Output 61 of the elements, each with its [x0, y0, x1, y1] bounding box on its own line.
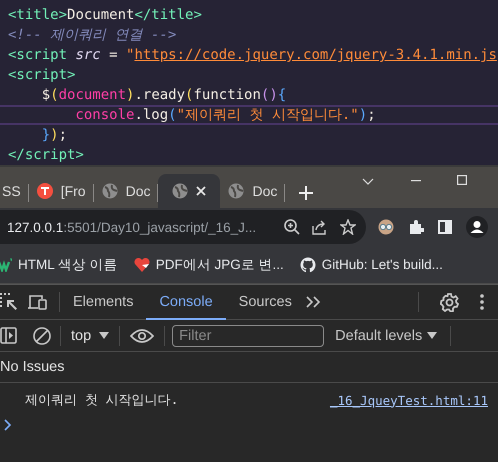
code-line: </script>	[7, 146, 85, 165]
devtools-tab[interactable]: Console	[146, 286, 226, 320]
code-line: <!-- 제이쿼리 연결 -->	[7, 26, 178, 45]
avatar-extension-icon[interactable]	[378, 219, 394, 235]
code-line: $(document).ready(function(){	[40, 86, 288, 105]
clear-console-icon[interactable]	[33, 326, 51, 344]
devtools-tab[interactable]: Elements	[60, 286, 146, 320]
issues-status: No Issues	[0, 352, 498, 383]
bookmark-item[interactable]: PDF에서 JPG로 변...	[134, 256, 284, 274]
code-line: console.log("제이쿼리 첫 시작입니다.");	[0, 105, 498, 125]
device-toolbar-icon[interactable]	[28, 294, 48, 310]
url-text: 127.0.0.1:5501/Day10_javascript/_16_J...	[7, 220, 258, 234]
browser-tab[interactable]: [Fro	[28, 174, 94, 208]
share-icon[interactable]	[312, 219, 328, 235]
heart-icon	[134, 256, 150, 272]
w3-logo-icon	[0, 258, 12, 272]
minimize-icon[interactable]	[411, 180, 421, 182]
prompt-icon	[4, 419, 12, 431]
browser-tab[interactable]: Doc	[220, 174, 286, 208]
browser-tab[interactable]: Doc	[94, 174, 158, 208]
globe-icon	[228, 183, 244, 199]
dropdown-caret-icon	[427, 332, 438, 339]
inspect-icon[interactable]	[0, 293, 18, 311]
new-tab-icon[interactable]	[299, 186, 314, 200]
tab-title: SS	[2, 183, 21, 199]
globe-icon	[172, 183, 188, 199]
code-line: <title>Document</title>	[7, 6, 203, 25]
tab-title: Doc	[126, 183, 150, 199]
filter-field[interactable]: Filter	[172, 324, 324, 346]
tab-logo-icon	[36, 183, 53, 199]
github-logo-icon	[300, 256, 316, 272]
more-tabs-icon[interactable]	[306, 296, 322, 308]
bookmark-item[interactable]: HTML 색상 이름	[0, 256, 118, 274]
code-line: <script>	[7, 66, 76, 85]
tab-title: [Fro	[60, 183, 86, 199]
globe-icon	[102, 183, 118, 199]
close-icon[interactable]	[196, 186, 206, 196]
maximize-icon[interactable]	[457, 175, 467, 185]
chevron-icon[interactable]	[362, 178, 374, 186]
log-levels-dropdown[interactable]: Default levels	[335, 328, 438, 344]
dropdown-caret-icon	[99, 332, 110, 339]
context-dropdown[interactable]: top	[61, 328, 120, 344]
zoom-icon[interactable]	[284, 219, 300, 235]
code-line: <script src = "https://code.jquery.com/jquery-3.4.1.min.js	[7, 46, 498, 65]
puzzle-icon[interactable]	[408, 219, 424, 235]
tab-title: Doc	[252, 183, 278, 199]
code-line: });	[40, 126, 68, 145]
more-options-icon[interactable]	[480, 294, 484, 310]
profile-icon[interactable]	[466, 216, 488, 238]
bookmark-item[interactable]: GitHub: Let's build...	[300, 256, 443, 272]
devtools-tab[interactable]: Sources	[226, 286, 305, 320]
browser-tab[interactable]	[158, 174, 220, 208]
star-icon[interactable]	[340, 219, 356, 235]
browser-tab[interactable]: SS	[0, 174, 29, 208]
sidebar-icon[interactable]	[438, 220, 452, 234]
console-message: 제이쿼리 첫 시작입니다.	[25, 392, 178, 409]
source-link[interactable]: _16_JqueyTest.html:11	[330, 392, 488, 408]
eye-icon[interactable]	[130, 328, 154, 342]
settings-icon[interactable]	[440, 292, 459, 312]
address-field[interactable]: 127.0.0.1:5501/Day10_javascript/_16_J...	[0, 210, 366, 244]
sidebar-toggle-icon[interactable]	[0, 327, 17, 344]
